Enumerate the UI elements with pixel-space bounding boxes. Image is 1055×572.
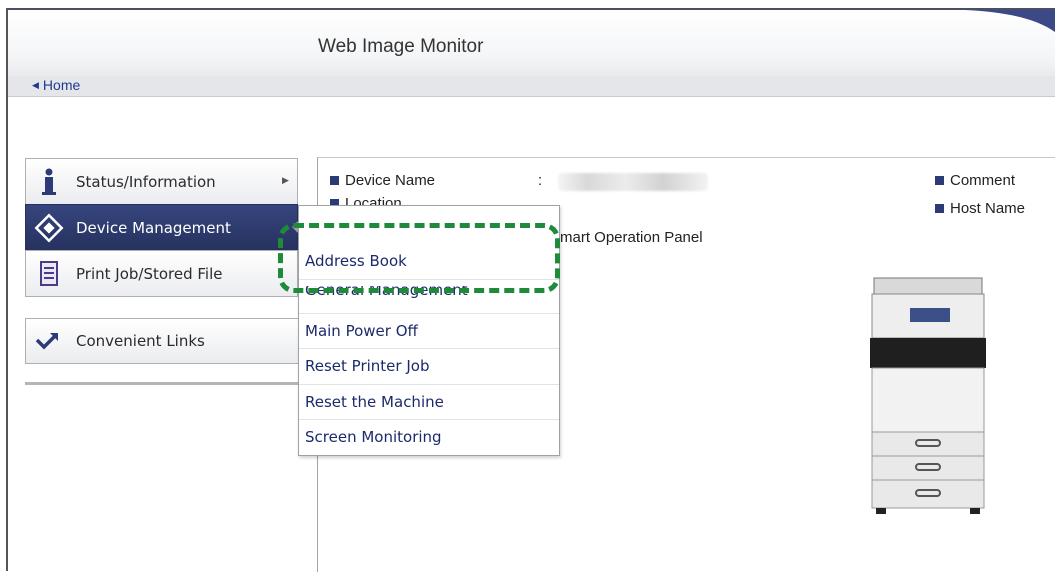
arrow-link-icon — [35, 333, 58, 350]
menu-item-device-management[interactable]: Device Management — [25, 204, 298, 250]
operation-panel-text: mart Operation Panel — [560, 229, 703, 246]
device-name-separator: : — [538, 172, 543, 189]
home-link-label: Home — [42, 77, 81, 93]
info-icon — [42, 168, 56, 195]
submenu-item-general-management[interactable]: General Management — [299, 279, 559, 310]
bullet-icon — [935, 176, 944, 185]
breadcrumb: ◀ Home — [8, 76, 1055, 97]
submenu-item-label: Reset the Machine — [305, 393, 444, 411]
submenu-item-reset-the-machine[interactable]: Reset the Machine — [299, 384, 559, 420]
home-link[interactable]: ◀ Home — [32, 77, 80, 93]
chevron-right-icon: ▶ — [282, 176, 289, 186]
host-name-label-text: Host Name — [950, 200, 1026, 217]
submenu-item-label: Screen Monitoring — [305, 428, 442, 446]
menu-item-label: Status/Information — [76, 173, 216, 191]
bullet-icon — [330, 176, 339, 185]
menu-divider — [25, 382, 298, 385]
menu-item-print-job-stored-file[interactable]: Print Job/Stored File — [25, 250, 298, 297]
diamond-gear-icon — [34, 213, 64, 243]
submenu-item-screen-monitoring[interactable]: Screen Monitoring — [299, 419, 559, 455]
submenu-item-reset-printer-job[interactable]: Reset Printer Job — [299, 348, 559, 384]
app-title: Web Image Monitor — [318, 36, 484, 57]
submenu-item-label: Address Book — [305, 252, 407, 270]
device-management-submenu: Address Book General Management Main Pow… — [298, 205, 560, 456]
device-name-value-redacted — [558, 173, 708, 191]
comment-label-text: Comment — [950, 172, 1016, 189]
printer-image — [870, 277, 986, 514]
menu-item-label: Print Job/Stored File — [76, 265, 223, 283]
menu-item-convenient-links[interactable]: Convenient Links — [25, 318, 300, 364]
document-icon — [40, 261, 58, 286]
side-menu: Status/Information ▶ Device Management P… — [25, 158, 298, 297]
bullet-icon — [935, 204, 944, 213]
menu-item-status-information[interactable]: Status/Information ▶ — [25, 158, 298, 204]
submenu-item-label: Reset Printer Job — [305, 357, 430, 375]
brand-swoosh-icon — [965, 10, 1055, 32]
menu-item-label: Device Management — [76, 219, 231, 237]
submenu-item-label: Main Power Off — [305, 322, 418, 340]
device-name-label-text: Device Name — [345, 172, 436, 189]
comment-label: Comment — [935, 172, 1015, 189]
menu-item-label: Convenient Links — [76, 332, 205, 350]
device-name-label: Device Name — [330, 172, 435, 189]
submenu-item-label: General Management — [305, 281, 468, 299]
header-bar — [8, 8, 1055, 78]
submenu-item-main-power-off[interactable]: Main Power Off — [299, 313, 559, 349]
back-arrow-icon: ◀ — [32, 80, 39, 90]
host-name-label: Host Name — [935, 200, 1025, 217]
submenu-item-address-book[interactable]: Address Book — [299, 244, 559, 279]
